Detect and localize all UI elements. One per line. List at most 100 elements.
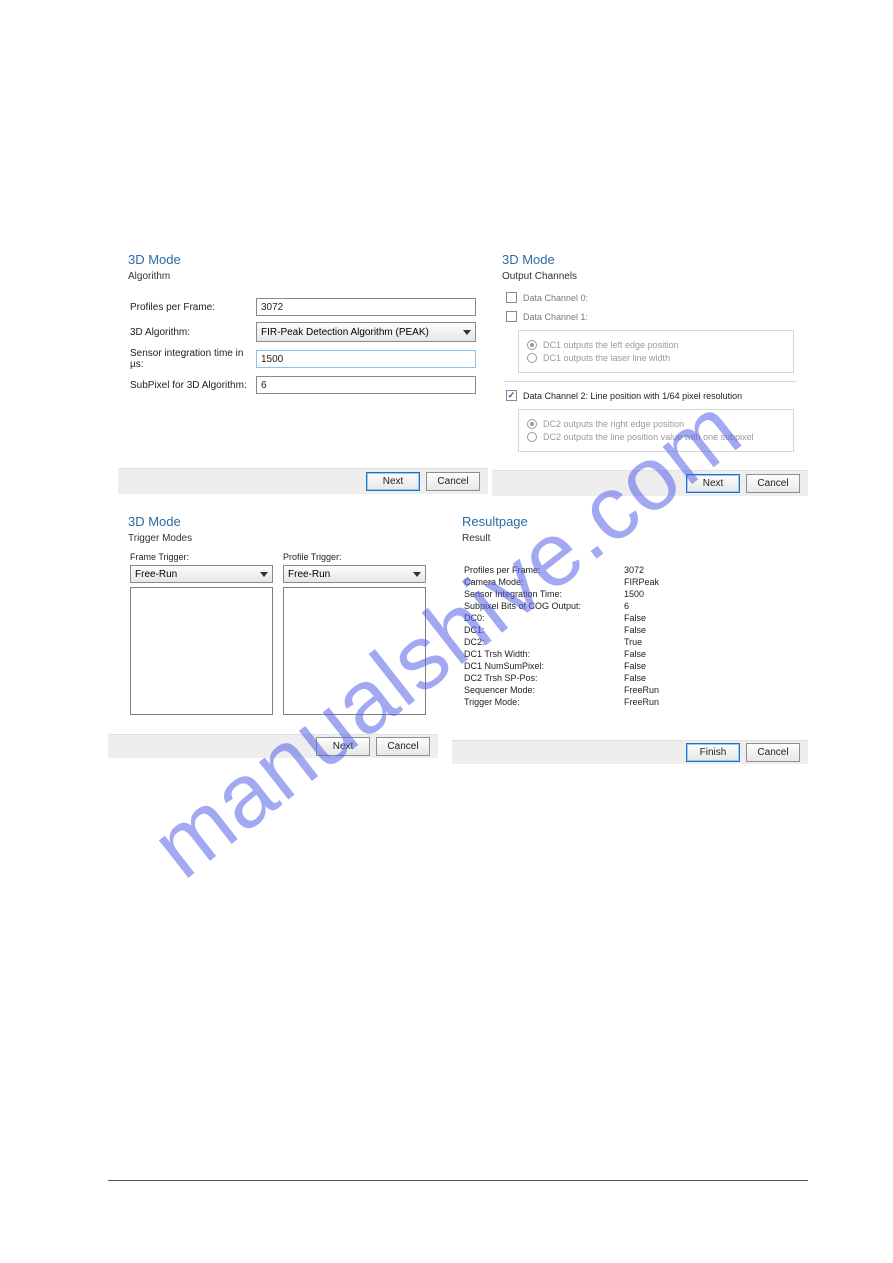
dc2-row[interactable]: Data Channel 2: Line position with 1/64 …: [492, 386, 808, 405]
result-key: Sequencer Mode:: [464, 684, 624, 696]
dc2-label: Data Channel 2: Line position with 1/64 …: [523, 391, 742, 401]
profile-trigger-label: Profile Trigger:: [283, 552, 426, 562]
panel2-section: Output Channels: [492, 269, 808, 288]
profile-trigger-select[interactable]: Free-Run: [283, 565, 426, 583]
radio-icon: [527, 432, 537, 442]
result-row: Sensor Integration Time:1500: [464, 588, 796, 600]
dc0-row[interactable]: Data Channel 0:: [492, 288, 808, 307]
divider: [504, 381, 796, 382]
chevron-down-icon: [260, 572, 268, 577]
dc1-label: Data Channel 1:: [523, 312, 588, 322]
panel2-title: 3D Mode: [492, 246, 808, 269]
cancel-button[interactable]: Cancel: [376, 737, 430, 756]
profiles-per-frame-label: Profiles per Frame:: [130, 302, 256, 313]
next-button[interactable]: Next: [686, 474, 740, 493]
panel1-footer: Next Cancel: [118, 468, 488, 494]
result-value: False: [624, 612, 796, 624]
result-row: DC2:True: [464, 636, 796, 648]
result-value: False: [624, 648, 796, 660]
next-button[interactable]: Next: [366, 472, 420, 491]
panel4-title: Resultpage: [452, 508, 808, 531]
cancel-button[interactable]: Cancel: [746, 474, 800, 493]
dc2-options-group: DC2 outputs the right edge position DC2 …: [518, 409, 794, 452]
chevron-down-icon: [463, 330, 471, 335]
result-key: Sensor Integration Time:: [464, 588, 624, 600]
result-row: DC2 Trsh SP-Pos:False: [464, 672, 796, 684]
panel3-footer: Next Cancel: [108, 734, 438, 758]
dc1-checkbox[interactable]: [506, 311, 517, 322]
result-row: Camera Mode:FIRPeak: [464, 576, 796, 588]
panel3-section: Trigger Modes: [118, 531, 438, 550]
result-row: Sequencer Mode:FreeRun: [464, 684, 796, 696]
dc2-opt2-label: DC2 outputs the line position value with…: [543, 432, 754, 442]
panel1-section: Algorithm: [118, 269, 488, 288]
dc2-opt2-radio[interactable]: DC2 outputs the line position value with…: [527, 432, 785, 442]
3d-algorithm-select[interactable]: FIR-Peak Detection Algorithm (PEAK): [256, 322, 476, 342]
dc2-checkbox[interactable]: [506, 390, 517, 401]
radio-icon: [527, 419, 537, 429]
result-key: DC1:: [464, 624, 624, 636]
cancel-button[interactable]: Cancel: [426, 472, 480, 491]
result-value: False: [624, 624, 796, 636]
dc1-opt2-label: DC1 outputs the laser line width: [543, 353, 670, 363]
result-row: DC0:False: [464, 612, 796, 624]
result-value: FIRPeak: [624, 576, 796, 588]
cancel-button[interactable]: Cancel: [746, 743, 800, 762]
panel1-title: 3D Mode: [118, 246, 488, 269]
result-key: Trigger Mode:: [464, 696, 624, 708]
dc1-options-group: DC1 outputs the left edge position DC1 o…: [518, 330, 794, 373]
dc1-opt1-radio[interactable]: DC1 outputs the left edge position: [527, 340, 785, 350]
result-value: True: [624, 636, 796, 648]
dc2-opt1-radio[interactable]: DC2 outputs the right edge position: [527, 419, 785, 429]
next-button[interactable]: Next: [316, 737, 370, 756]
frame-trigger-value: Free-Run: [135, 569, 177, 580]
frame-trigger-listbox[interactable]: [130, 587, 273, 715]
result-value: 3072: [624, 564, 796, 576]
finish-button[interactable]: Finish: [686, 743, 740, 762]
panel2-footer: Next Cancel: [492, 470, 808, 496]
result-key: DC2:: [464, 636, 624, 648]
frame-trigger-select[interactable]: Free-Run: [130, 565, 273, 583]
footer-rule: [108, 1180, 808, 1181]
profile-trigger-value: Free-Run: [288, 569, 330, 580]
panel-3dmode-algorithm: 3D Mode Algorithm Profiles per Frame: 3D…: [118, 246, 488, 494]
result-row: DC1 NumSumPixel:False: [464, 660, 796, 672]
3d-algorithm-value: FIR-Peak Detection Algorithm (PEAK): [261, 327, 429, 338]
result-row: DC1 Trsh Width:False: [464, 648, 796, 660]
subpixel-input[interactable]: [256, 376, 476, 394]
result-value: FreeRun: [624, 684, 796, 696]
panel4-section: Result: [452, 531, 808, 550]
panel-output-channels: 3D Mode Output Channels Data Channel 0: …: [492, 246, 808, 494]
profile-trigger-listbox[interactable]: [283, 587, 426, 715]
panel3-title: 3D Mode: [118, 508, 438, 531]
dc1-opt2-radio[interactable]: DC1 outputs the laser line width: [527, 353, 785, 363]
result-value: FreeRun: [624, 696, 796, 708]
3d-algorithm-label: 3D Algorithm:: [130, 327, 256, 338]
result-key: DC0:: [464, 612, 624, 624]
result-value: 6: [624, 600, 796, 612]
result-key: DC1 Trsh Width:: [464, 648, 624, 660]
result-row: Trigger Mode:FreeRun: [464, 696, 796, 708]
dc2-opt1-label: DC2 outputs the right edge position: [543, 419, 684, 429]
dc1-opt1-label: DC1 outputs the left edge position: [543, 340, 679, 350]
integration-time-input[interactable]: [256, 350, 476, 368]
panel4-footer: Finish Cancel: [452, 740, 808, 764]
result-key: Subpixel Bits of COG Output:: [464, 600, 624, 612]
radio-icon: [527, 353, 537, 363]
chevron-down-icon: [413, 572, 421, 577]
dc0-checkbox[interactable]: [506, 292, 517, 303]
radio-icon: [527, 340, 537, 350]
result-key: DC1 NumSumPixel:: [464, 660, 624, 672]
profiles-per-frame-input[interactable]: [256, 298, 476, 316]
result-key: Profiles per Frame:: [464, 564, 624, 576]
dc1-row[interactable]: Data Channel 1:: [492, 307, 808, 326]
result-rows: Profiles per Frame:3072Camera Mode:FIRPe…: [452, 550, 808, 708]
panel-resultpage: Resultpage Result Profiles per Frame:307…: [452, 508, 808, 764]
result-row: DC1:False: [464, 624, 796, 636]
dc0-label: Data Channel 0:: [523, 293, 588, 303]
panel-trigger-modes: 3D Mode Trigger Modes Frame Trigger: Fre…: [118, 508, 438, 764]
result-key: Camera Mode:: [464, 576, 624, 588]
result-value: False: [624, 672, 796, 684]
frame-trigger-label: Frame Trigger:: [130, 552, 273, 562]
result-value: 1500: [624, 588, 796, 600]
